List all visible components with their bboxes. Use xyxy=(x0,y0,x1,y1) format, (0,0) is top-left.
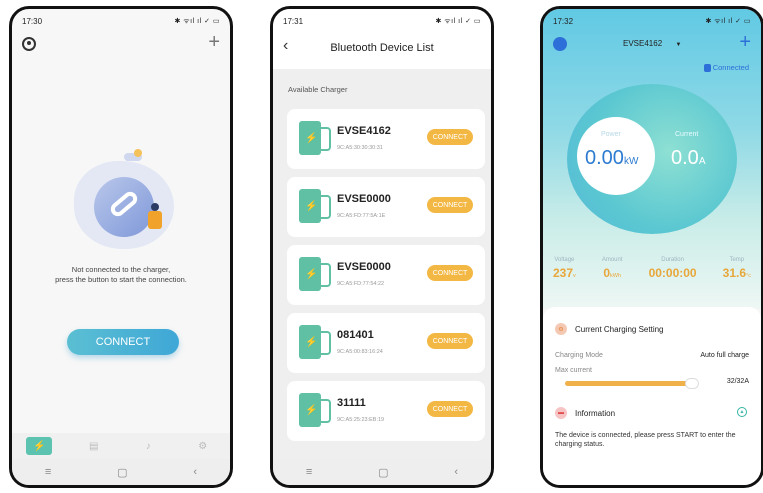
bluetooth-icon xyxy=(703,64,711,73)
add-icon[interactable]: + xyxy=(208,31,220,54)
not-connected-message: Not connected to the charger, press the … xyxy=(55,265,187,284)
settings-icon: ⚙ xyxy=(555,323,567,335)
status-bar: 17:30 ✱ ᯤıl ıl ✓ ▭ xyxy=(22,15,220,27)
tab-records[interactable]: ▤ xyxy=(81,437,107,455)
device-name: EVSE0000 xyxy=(337,261,391,273)
status-bar: 17:31 ✱ ᯤıl ıl ✓ ▭ xyxy=(283,15,481,27)
status-time: 17:30 xyxy=(22,16,43,26)
status-time: 17:32 xyxy=(553,16,574,26)
system-nav-bar: ≡ ▢ ‹ xyxy=(273,459,491,485)
add-icon[interactable]: + xyxy=(739,31,751,54)
charger-icon: ⚡ xyxy=(299,393,331,427)
menu-icon[interactable]: ≡ xyxy=(306,466,312,478)
info-icon: ▬ xyxy=(555,407,567,419)
status-time: 17:31 xyxy=(283,16,304,26)
connect-button[interactable]: CONNECT xyxy=(427,197,473,213)
status-icons: ✱ ᯤıl ıl ✓ ▭ xyxy=(435,17,481,25)
charging-mode-label: Charging Mode xyxy=(555,352,603,359)
device-name: 081401 xyxy=(337,329,374,341)
chevron-down-icon: ▼ xyxy=(675,42,682,48)
slider-handle[interactable] xyxy=(685,378,699,389)
disconnected-illustration xyxy=(62,149,192,259)
current-label: Current xyxy=(675,131,699,138)
connect-button[interactable]: CONNECT xyxy=(427,129,473,145)
charging-mode-row[interactable]: Charging Mode Auto full charge xyxy=(555,352,749,359)
current-value: 0.0A xyxy=(671,147,706,169)
device-card[interactable]: ⚡ 081401 9C:A5:00:83:16:24 CONNECT xyxy=(287,313,485,373)
stat-amount: Amount 0kWh xyxy=(601,257,623,280)
tab-notifications[interactable]: ♪ xyxy=(135,437,161,455)
connect-button[interactable]: CONNECT xyxy=(427,265,473,281)
device-card[interactable]: ⚡ EVSE0000 9C:A5:FD:77:5A:1E CONNECT xyxy=(287,177,485,237)
status-bar: 17:32 ✱ ᯤıl ıl ✓ ▭ xyxy=(553,15,751,27)
tab-charging[interactable]: ⚡ xyxy=(26,437,53,455)
avatar-icon[interactable] xyxy=(553,37,567,51)
lightning-icon: ⚡ xyxy=(33,440,46,452)
device-mac: 9C:A5:30:30:30:31 xyxy=(337,145,383,151)
device-card[interactable]: ⚡ 31111 9C:A5:25:23:EB:19 CONNECT xyxy=(287,381,485,441)
connection-status: Connected xyxy=(703,63,749,73)
settings-icon: ⚙ xyxy=(198,440,208,452)
document-icon: ▤ xyxy=(89,440,99,452)
charging-mode-value: Auto full charge xyxy=(700,352,749,359)
status-icons: ✱ ᯤıl ıl ✓ ▭ xyxy=(174,17,220,25)
charger-icon: ⚡ xyxy=(299,257,331,291)
back-icon[interactable]: ‹ xyxy=(454,466,458,478)
stat-duration: Duration 00:00:00 xyxy=(648,257,697,280)
section-information: ▬ Information xyxy=(555,407,615,419)
connect-button[interactable]: CONNECT xyxy=(427,401,473,417)
max-current-value: 32/32A xyxy=(726,378,749,385)
device-name: EVSE4162 xyxy=(337,125,391,137)
device-mac: 9C:A5:FD:77:5A:1E xyxy=(337,213,386,219)
info-text: The device is connected, please press ST… xyxy=(555,432,736,448)
menu-icon[interactable]: ≡ xyxy=(45,466,51,478)
status-icons: ✱ ᯤıl ıl ✓ ▭ xyxy=(705,17,751,25)
bell-icon: ♪ xyxy=(145,440,151,452)
bottom-tab-bar: ⚡ ▤ ♪ ⚙ xyxy=(12,433,230,459)
system-nav-bar: ≡ ▢ ‹ xyxy=(12,459,230,485)
device-mac: 9C:A5:00:83:16:24 xyxy=(337,349,383,355)
phone-home-disconnected: 17:30 ✱ ᯤıl ıl ✓ ▭ + Not connected to th… xyxy=(9,6,233,488)
section-charging-setting: ⚙ Current Charging Setting xyxy=(555,323,664,335)
stats-row: Voltage 237v Amount 0kWh Duration 00:00:… xyxy=(553,257,751,280)
power-value: 0.00kW xyxy=(585,147,639,169)
phone-bluetooth-list: 17:31 ✱ ᯤıl ıl ✓ ▭ ‹ Bluetooth Device Li… xyxy=(270,6,494,488)
broken-link-icon xyxy=(94,177,154,237)
home-icon[interactable]: ▢ xyxy=(117,466,127,479)
device-mac: 9C:A5:25:23:EB:19 xyxy=(337,417,385,423)
charger-icon: ⚡ xyxy=(299,121,331,155)
charger-icon: ⚡ xyxy=(299,189,331,223)
max-current-label: Max current xyxy=(555,367,592,374)
collapse-icon[interactable]: ▲ xyxy=(737,407,747,417)
connect-button[interactable]: CONNECT xyxy=(67,329,179,355)
home-icon[interactable]: ▢ xyxy=(378,466,388,479)
device-name: 31111 xyxy=(337,397,366,409)
stat-voltage: Voltage 237v xyxy=(553,257,576,280)
device-selector[interactable]: EVSE4162 ▼ xyxy=(623,39,681,48)
charger-icon: ⚡ xyxy=(299,325,331,359)
avatar-icon[interactable] xyxy=(22,37,36,51)
phone-charging-dashboard: 17:32 ✱ ᯤıl ıl ✓ ▭ EVSE4162 ▼ + Connecte… xyxy=(540,6,763,488)
device-card[interactable]: ⚡ EVSE0000 9C:A5:FD:77:54:22 CONNECT xyxy=(287,245,485,305)
max-current-slider[interactable] xyxy=(565,378,699,389)
device-name: EVSE0000 xyxy=(337,193,391,205)
device-mac: 9C:A5:FD:77:54:22 xyxy=(337,281,385,287)
device-name: EVSE4162 xyxy=(623,39,663,48)
section-label: Available Charger xyxy=(288,85,348,94)
tab-settings[interactable]: ⚙ xyxy=(190,437,216,455)
max-current-row: Max current xyxy=(555,367,749,374)
connect-button[interactable]: CONNECT xyxy=(427,333,473,349)
device-card[interactable]: ⚡ EVSE4162 9C:A5:30:30:30:31 CONNECT xyxy=(287,109,485,169)
power-label: Power xyxy=(601,131,621,138)
stat-temp: Temp 31.6°c xyxy=(722,257,751,280)
back-icon[interactable]: ‹ xyxy=(193,466,197,478)
page-title: Bluetooth Device List xyxy=(330,42,434,54)
